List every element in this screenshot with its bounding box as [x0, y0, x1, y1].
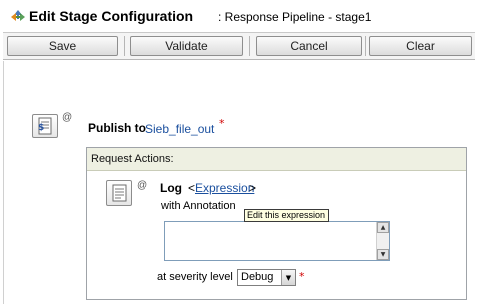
expression-open-bracket: < — [188, 181, 196, 195]
edit-expression-tooltip: Edit this expression — [244, 209, 329, 222]
required-indicator: * — [219, 117, 225, 130]
scroll-up-icon[interactable]: ▲ — [377, 222, 389, 233]
annotation-scrollbar[interactable]: ▲ ▼ — [376, 222, 389, 260]
severity-label: at severity level — [157, 271, 233, 283]
annotation-textarea[interactable]: ▲ ▼ — [164, 221, 390, 261]
publish-target-link[interactable]: Sieb_file_out — [145, 122, 214, 136]
severity-select[interactable]: Debug ▼ — [237, 269, 296, 286]
cancel-button[interactable]: Cancel — [256, 36, 362, 56]
clear-button[interactable]: Clear — [369, 36, 472, 56]
edit-stage-window: Edit Stage Configuration : Response Pipe… — [0, 0, 478, 304]
expression-link[interactable]: Expression — [195, 181, 254, 195]
page-title: Edit Stage Configuration — [29, 8, 194, 24]
log-action-icon[interactable] — [106, 180, 132, 206]
toolbar-separator — [124, 36, 125, 56]
scroll-down-icon[interactable]: ▼ — [377, 249, 389, 260]
publish-annotation-marker[interactable]: @ — [62, 112, 72, 123]
request-actions-title: Request Actions: — [91, 153, 174, 165]
pipeline-stage-icon — [11, 10, 25, 21]
severity-value: Debug — [241, 271, 274, 283]
severity-required-indicator: * — [299, 270, 305, 283]
toolbar-separator — [249, 36, 250, 56]
validate-button[interactable]: Validate — [130, 36, 243, 56]
expression-close-bracket: > — [249, 181, 257, 195]
request-actions-header: Request Actions: — [87, 148, 466, 171]
toolbar: Save Validate Cancel Clear — [3, 32, 475, 60]
annotation-label: with Annotation — [161, 200, 236, 212]
page-subtitle: : Response Pipeline - stage1 — [218, 10, 372, 24]
save-button[interactable]: Save — [7, 36, 118, 56]
chevron-down-icon[interactable]: ▼ — [281, 270, 295, 285]
log-label: Log — [160, 181, 182, 195]
publish-label: Publish to — [88, 121, 146, 135]
log-annotation-marker[interactable]: @ — [137, 180, 147, 191]
toolbar-separator — [365, 36, 366, 56]
svg-text:$: $ — [38, 123, 44, 133]
publish-action-icon[interactable]: $ — [32, 114, 58, 138]
title-bar: Edit Stage Configuration : Response Pipe… — [0, 0, 478, 32]
edge-marker — [0, 5, 4, 23]
